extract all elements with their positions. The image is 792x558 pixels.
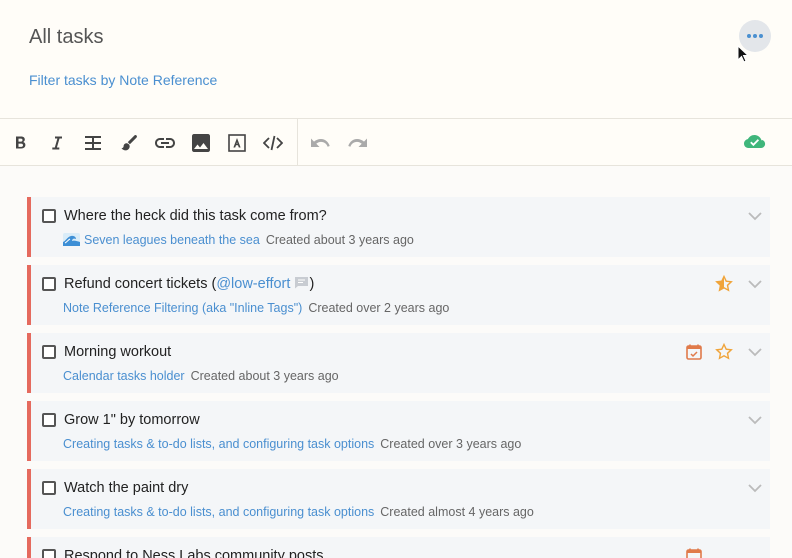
task-meta: Note Reference Filtering (aka "Inline Ta… [63,301,449,315]
filter-by-note-reference-link[interactable]: Filter tasks by Note Reference [29,72,217,88]
task-title[interactable]: Grow 1" by tomorrow [64,412,200,428]
italic-button[interactable] [45,131,69,155]
task-title[interactable]: Refund concert tickets (@low-effort ) [64,276,314,292]
highlight-brush-button[interactable] [117,131,141,155]
strikethrough-icon [85,136,101,150]
task-checkbox[interactable] [42,209,56,223]
task-title[interactable]: Morning workout [64,344,171,360]
chevron-down-icon[interactable] [746,481,764,495]
redo-button[interactable] [345,131,369,155]
task-title-text: Refund concert tickets ( [64,276,217,292]
chevron-down-icon[interactable] [746,277,764,291]
task-meta: Seven leagues beneath the sea Created abo… [63,233,414,247]
task-checkbox[interactable] [42,481,56,495]
task-checkbox[interactable] [42,277,56,291]
code-icon [263,135,283,151]
strikethrough-button[interactable] [81,131,105,155]
bold-icon [16,136,26,149]
task-item[interactable]: Grow 1" by tomorrow Creating tasks & to-… [27,401,770,461]
task-meta: Creating tasks & to-do lists, and config… [63,505,534,519]
created-timestamp: Created about 3 years ago [265,233,414,247]
comment-icon[interactable] [294,276,309,289]
half-star-icon[interactable] [715,275,733,293]
created-timestamp: Created over 2 years ago [308,301,450,315]
brush-icon [121,135,137,151]
calendar-icon[interactable] [685,547,703,558]
editor-toolbar [0,118,792,166]
note-reference-text: Seven leagues beneath the sea [84,233,260,247]
text-box-button[interactable] [225,131,249,155]
task-item[interactable]: Refund concert tickets (@low-effort ) No… [27,265,770,325]
task-title[interactable]: Respond to Ness Labs community posts [64,548,324,558]
code-button[interactable] [261,131,285,155]
task-title-suffix: ) [309,276,315,292]
bold-button[interactable] [9,131,33,155]
mouse-cursor-icon [737,45,749,63]
note-reference-link[interactable]: Note Reference Filtering (aka "Inline Ta… [63,301,302,315]
insert-image-button[interactable] [189,131,213,155]
note-reference-link[interactable]: Calendar tasks holder [63,369,185,383]
task-item[interactable]: Respond to Ness Labs community posts [27,537,770,558]
chevron-down-icon[interactable] [746,413,764,427]
note-reference-link[interactable]: Creating tasks & to-do lists, and config… [63,437,374,451]
undo-icon [311,138,330,147]
image-icon [192,134,210,152]
task-title[interactable]: Where the heck did this task come from? [64,208,327,224]
wave-emoji-icon [63,233,80,246]
task-list: Where the heck did this task come from? … [0,166,792,558]
chevron-down-icon[interactable] [746,345,764,359]
italic-icon [52,136,62,150]
task-checkbox[interactable] [42,345,56,359]
created-timestamp: Created almost 4 years ago [380,505,534,519]
note-reference-link[interactable]: Creating tasks & to-do lists, and config… [63,505,374,519]
cloud-check-icon [744,135,766,148]
mention-tag[interactable]: @low-effort [216,276,290,292]
star-icon[interactable] [715,343,733,361]
chevron-down-icon[interactable] [746,209,764,223]
page-title: All tasks [29,26,104,48]
redo-icon [348,138,367,147]
sync-status [743,131,767,155]
page-header: All tasks Filter tasks by Note Reference [0,0,792,118]
task-checkbox[interactable] [42,549,56,558]
note-reference-link[interactable]: Seven leagues beneath the sea [63,233,260,247]
task-meta: Calendar tasks holder Created about 3 yea… [63,369,339,383]
more-horizontal-icon [747,34,763,38]
toolbar-divider [297,119,298,166]
task-item[interactable]: Morning workout Calendar tasks holder Cre… [27,333,770,393]
text-box-icon [228,134,246,152]
calendar-icon[interactable] [685,343,703,361]
undo-button[interactable] [309,131,333,155]
created-timestamp: Created about 3 years ago [190,369,339,383]
insert-link-button[interactable] [153,131,177,155]
task-item[interactable]: Watch the paint dry Creating tasks & to-… [27,469,770,529]
task-meta: Creating tasks & to-do lists, and config… [63,437,521,451]
task-checkbox[interactable] [42,413,56,427]
link-icon [155,138,175,148]
task-title[interactable]: Watch the paint dry [64,480,188,496]
task-item[interactable]: Where the heck did this task come from? … [27,197,770,257]
created-timestamp: Created over 3 years ago [380,437,522,451]
